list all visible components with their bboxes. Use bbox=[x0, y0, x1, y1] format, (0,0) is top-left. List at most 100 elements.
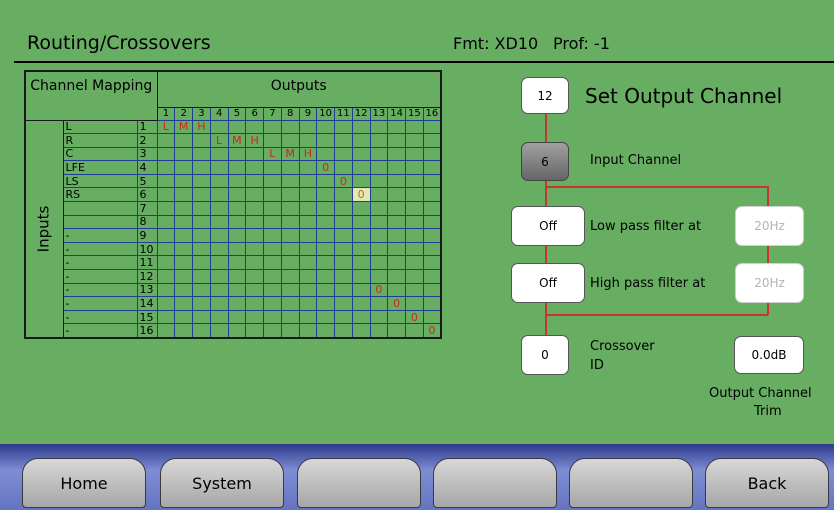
routing-cell[interactable] bbox=[245, 323, 264, 338]
routing-cell[interactable] bbox=[334, 146, 353, 162]
routing-cell[interactable] bbox=[245, 173, 264, 189]
routing-cell[interactable] bbox=[192, 323, 211, 338]
routing-cell[interactable] bbox=[227, 309, 247, 325]
routing-cell[interactable] bbox=[209, 187, 229, 203]
routing-cell[interactable] bbox=[156, 133, 176, 148]
routing-cell[interactable] bbox=[298, 201, 318, 216]
routing-cell[interactable] bbox=[316, 146, 335, 162]
routing-cell[interactable]: 0 bbox=[422, 323, 442, 338]
routing-cell[interactable] bbox=[156, 160, 176, 175]
routing-cell[interactable] bbox=[334, 255, 353, 271]
routing-cell[interactable] bbox=[369, 119, 389, 135]
routing-cell[interactable] bbox=[174, 296, 193, 311]
routing-cell[interactable] bbox=[369, 255, 389, 271]
routing-cell[interactable] bbox=[405, 160, 424, 175]
routing-cell[interactable]: 0 bbox=[334, 173, 353, 189]
routing-cell[interactable] bbox=[387, 255, 406, 271]
routing-cell[interactable] bbox=[280, 255, 300, 271]
routing-cell[interactable] bbox=[369, 228, 389, 243]
highpass-frequency-button[interactable]: 20Hz bbox=[735, 263, 804, 303]
routing-cell[interactable] bbox=[369, 146, 389, 162]
routing-cell[interactable] bbox=[263, 282, 282, 298]
routing-cell[interactable] bbox=[298, 214, 318, 230]
routing-cell[interactable] bbox=[422, 228, 442, 243]
home-button[interactable]: Home bbox=[22, 458, 146, 508]
routing-cell[interactable] bbox=[245, 160, 264, 175]
routing-cell[interactable] bbox=[298, 269, 318, 284]
routing-cell[interactable] bbox=[263, 119, 282, 135]
routing-cell[interactable]: H bbox=[245, 133, 264, 148]
routing-cell[interactable] bbox=[369, 173, 389, 189]
routing-cell[interactable] bbox=[405, 146, 424, 162]
routing-cell[interactable] bbox=[174, 255, 193, 271]
routing-cell[interactable] bbox=[316, 228, 335, 243]
routing-cell[interactable] bbox=[316, 282, 335, 298]
routing-cell[interactable] bbox=[192, 241, 211, 257]
routing-cell[interactable] bbox=[245, 255, 264, 271]
routing-cell[interactable] bbox=[334, 241, 353, 257]
routing-cell[interactable] bbox=[351, 119, 371, 135]
routing-cell[interactable] bbox=[387, 282, 406, 298]
routing-cell[interactable] bbox=[174, 241, 193, 257]
routing-cell[interactable] bbox=[316, 241, 335, 257]
routing-cell[interactable] bbox=[422, 133, 442, 148]
routing-cell[interactable] bbox=[351, 214, 371, 230]
nav-blank-button-2[interactable] bbox=[433, 458, 557, 508]
routing-cell[interactable]: L bbox=[156, 119, 176, 135]
nav-blank-button-1[interactable] bbox=[297, 458, 421, 508]
routing-cell[interactable] bbox=[334, 323, 353, 338]
routing-cell[interactable] bbox=[351, 282, 371, 298]
routing-cell[interactable] bbox=[351, 269, 371, 284]
routing-cell[interactable] bbox=[245, 269, 264, 284]
routing-cell[interactable] bbox=[369, 296, 389, 311]
routing-cell[interactable] bbox=[422, 282, 442, 298]
routing-cell[interactable] bbox=[316, 214, 335, 230]
routing-cell[interactable] bbox=[156, 214, 176, 230]
routing-cell[interactable] bbox=[227, 296, 247, 311]
routing-cell[interactable] bbox=[387, 119, 406, 135]
routing-cell[interactable] bbox=[192, 269, 211, 284]
routing-cell[interactable] bbox=[263, 214, 282, 230]
routing-cell-selected[interactable]: 0 bbox=[351, 187, 371, 203]
routing-cell[interactable] bbox=[192, 146, 211, 162]
routing-cell[interactable] bbox=[192, 282, 211, 298]
routing-cell[interactable] bbox=[422, 296, 442, 311]
routing-cell[interactable] bbox=[298, 255, 318, 271]
routing-cell[interactable] bbox=[227, 241, 247, 257]
routing-cell[interactable] bbox=[422, 173, 442, 189]
routing-cell[interactable] bbox=[209, 160, 229, 175]
routing-cell[interactable]: M bbox=[174, 119, 193, 135]
routing-cell[interactable] bbox=[405, 214, 424, 230]
routing-cell[interactable] bbox=[156, 323, 176, 338]
system-button[interactable]: System bbox=[160, 458, 284, 508]
routing-cell[interactable] bbox=[209, 214, 229, 230]
lowpass-toggle-button[interactable]: Off bbox=[511, 206, 585, 246]
routing-cell[interactable] bbox=[298, 296, 318, 311]
routing-cell[interactable] bbox=[263, 255, 282, 271]
routing-cell[interactable] bbox=[298, 241, 318, 257]
routing-cell[interactable] bbox=[298, 309, 318, 325]
routing-cell[interactable] bbox=[227, 187, 247, 203]
routing-cell[interactable] bbox=[316, 296, 335, 311]
routing-cell[interactable] bbox=[422, 309, 442, 325]
routing-cell[interactable] bbox=[227, 146, 247, 162]
routing-cell[interactable] bbox=[405, 173, 424, 189]
routing-cell[interactable] bbox=[387, 146, 406, 162]
routing-cell[interactable] bbox=[280, 309, 300, 325]
routing-cell[interactable] bbox=[280, 173, 300, 189]
routing-cell[interactable] bbox=[245, 119, 264, 135]
routing-cell[interactable]: H bbox=[298, 146, 318, 162]
routing-cell[interactable] bbox=[209, 119, 229, 135]
routing-cell[interactable] bbox=[334, 296, 353, 311]
routing-cell[interactable] bbox=[405, 133, 424, 148]
routing-cell[interactable] bbox=[351, 296, 371, 311]
routing-cell[interactable] bbox=[334, 214, 353, 230]
back-button[interactable]: Back bbox=[705, 458, 829, 508]
routing-cell[interactable] bbox=[245, 241, 264, 257]
routing-cell[interactable] bbox=[316, 255, 335, 271]
routing-cell[interactable] bbox=[351, 146, 371, 162]
routing-cell[interactable] bbox=[334, 201, 353, 216]
routing-cell[interactable] bbox=[174, 309, 193, 325]
routing-cell[interactable] bbox=[351, 309, 371, 325]
routing-cell[interactable] bbox=[351, 133, 371, 148]
